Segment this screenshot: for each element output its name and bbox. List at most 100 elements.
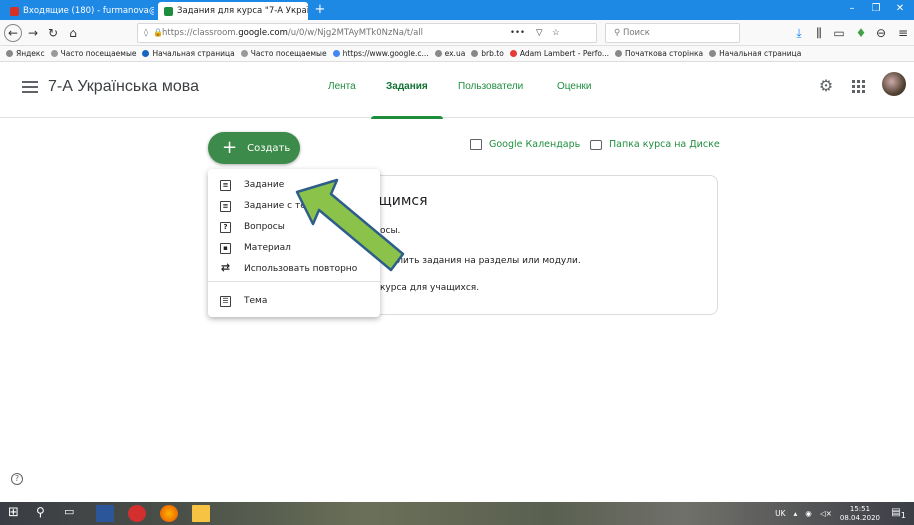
forward-icon[interactable]: → [24,24,42,42]
bookmark-item[interactable]: ex.ua [434,49,465,58]
bookmark-item[interactable]: Яндекс [6,49,45,58]
menu-item-topic[interactable]: ☰ Тема [208,291,380,311]
assignment-icon: ≡ [220,179,231,191]
url-prefix: https://classroom. [162,28,239,38]
windows-start-icon[interactable]: ⊞ [8,505,26,522]
reload-icon[interactable]: ↻ [44,24,62,42]
google-icon [332,50,340,57]
apps-grid-icon[interactable] [852,80,866,94]
search-icon[interactable]: ⚲ [36,505,54,522]
globe-icon [709,50,717,57]
globe-icon [471,50,479,57]
url-path: /u/0/w/Njg2MTAyMTk0NzNa/t/all [287,28,424,38]
bookmark-item[interactable]: https://www.google.c... [332,49,429,58]
file-explorer-icon[interactable] [192,505,210,522]
tray-arrow-icon[interactable]: ▴ [794,509,798,518]
url-bar[interactable]: ◊ 🔒 https://classroom.google.com/u/0/w/N… [137,23,597,43]
browser-tab-bar: Входящие (180) - furmanova@ ✕ Задания дл… [0,0,914,20]
youtube-icon [509,50,517,57]
gear-icon [50,50,58,57]
hamburger-menu-icon[interactable] [22,81,38,93]
new-tab-button[interactable]: + [312,2,328,17]
task-view-icon[interactable]: ▭ [64,505,82,522]
create-label: Создать [247,142,291,154]
calendar-icon [470,139,482,150]
browser-tab-mail[interactable]: Входящие (180) - furmanova@ ✕ [4,2,154,20]
maximize-icon[interactable]: ❐ [866,3,886,14]
network-icon[interactable]: ◉ [805,509,812,518]
gear-icon [240,50,248,57]
reuse-icon: ⇄ [220,260,231,274]
notification-icon[interactable]: ▤1 [891,507,906,520]
page-actions-icon[interactable]: ••• [510,24,525,42]
bookmark-item[interactable]: Adam Lambert - Perfo... [509,49,609,58]
quiz-assignment-icon: ≡ [220,200,231,212]
bookmarks-toolbar: Яндекс Часто посещаемые Начальная страни… [0,46,914,62]
plus-icon: + [222,137,238,158]
tab-people[interactable]: Пользователи [458,81,523,92]
search-input[interactable]: ⚲ Поиск [605,23,740,43]
tab-title: Входящие (180) - furmanova@ ✕ [23,6,154,16]
windows-taskbar: ⊞ ⚲ ▭ UK ▴ ◉ ◁× 15:51 08.04.2020 ▤1 [0,502,914,525]
browser-tab-classroom[interactable]: Задания для курса "7-А Украї ✕ [158,2,308,20]
time: 15:51 [849,504,871,513]
download-icon[interactable]: ⤓ [790,24,808,42]
system-tray: UK ▴ ◉ ◁× 15:51 08.04.2020 ▤1 [775,502,914,525]
globe-icon [6,50,13,57]
tab-classwork[interactable]: Задания [386,81,428,92]
drive-folder-link[interactable]: Папка курса на Диске [590,139,720,150]
bookmark-item[interactable]: brb.to [471,49,504,58]
help-icon[interactable]: ? [11,473,23,485]
pocket-icon[interactable]: ▽ [536,24,543,42]
word-icon[interactable] [96,505,114,522]
classroom-icon [164,6,173,16]
opera-icon[interactable] [128,505,146,522]
lock-icon: 🔒 [153,28,163,37]
account-icon[interactable]: ⊖ [872,24,890,42]
back-icon[interactable]: ← [4,24,22,42]
sidebar-icon[interactable]: ▭ [830,24,848,42]
shield-icon: ◊ [144,28,148,37]
settings-gear-icon[interactable]: ⚙ [815,76,837,98]
topic-icon: ☰ [220,295,231,307]
menu-icon[interactable]: ≡ [894,24,912,42]
minimize-icon[interactable]: – [842,3,862,14]
bookmark-item[interactable]: Часто посещаемые [50,49,136,58]
tab-grades[interactable]: Оценки [557,81,591,92]
bookmark-item[interactable]: Начальная страница [142,49,235,58]
clock[interactable]: 15:51 08.04.2020 [840,505,880,523]
folder-icon [590,139,602,150]
language-indicator[interactable]: UK [775,509,785,518]
google-calendar-link[interactable]: Google Календарь [470,139,580,150]
active-tab-indicator [371,116,443,119]
menu-item-label: Материал [244,243,291,253]
screen: Входящие (180) - furmanova@ ✕ Задания дл… [0,0,914,525]
card-line: аделить задания на разделы или модули. [380,256,581,266]
close-window-icon[interactable]: ✕ [890,3,910,14]
bookmark-star-icon[interactable]: ☆ [552,24,560,42]
annotation-arrow [295,178,405,272]
question-icon: ? [220,221,231,233]
app-header: 7-А Українська мова Лента Задания Пользо… [0,62,914,119]
bookmark-item[interactable]: Часто посещаемые [240,49,327,58]
drive-label: Папка курса на Диске [609,139,720,150]
home-icon[interactable]: ⌂ [64,24,82,42]
library-icon[interactable]: ⫼ [810,24,828,42]
navigation-bar: ← → ↻ ⌂ ◊ 🔒 https://classroom.google.com… [0,20,914,46]
bookmark-item[interactable]: Начальная страница [709,49,801,58]
search-icon: ⚲ [614,28,623,38]
avatar[interactable] [882,72,906,96]
firefox-icon[interactable] [160,505,178,522]
url-domain: google.com [238,28,288,38]
calendar-label: Google Календарь [489,139,581,150]
globe-icon [434,50,442,57]
menu-item-label: Задание [244,180,285,190]
class-title: 7-А Українська мова [48,78,200,95]
create-button[interactable]: + Создать [208,132,300,164]
tab-stream[interactable]: Лента [328,81,356,92]
bookmark-item[interactable]: Початкова сторінка [615,49,703,58]
menu-item-label: Вопросы [244,222,285,232]
menu-divider [208,281,380,282]
extension-icon[interactable]: ♦ [852,24,870,42]
volume-icon[interactable]: ◁× [820,509,832,518]
